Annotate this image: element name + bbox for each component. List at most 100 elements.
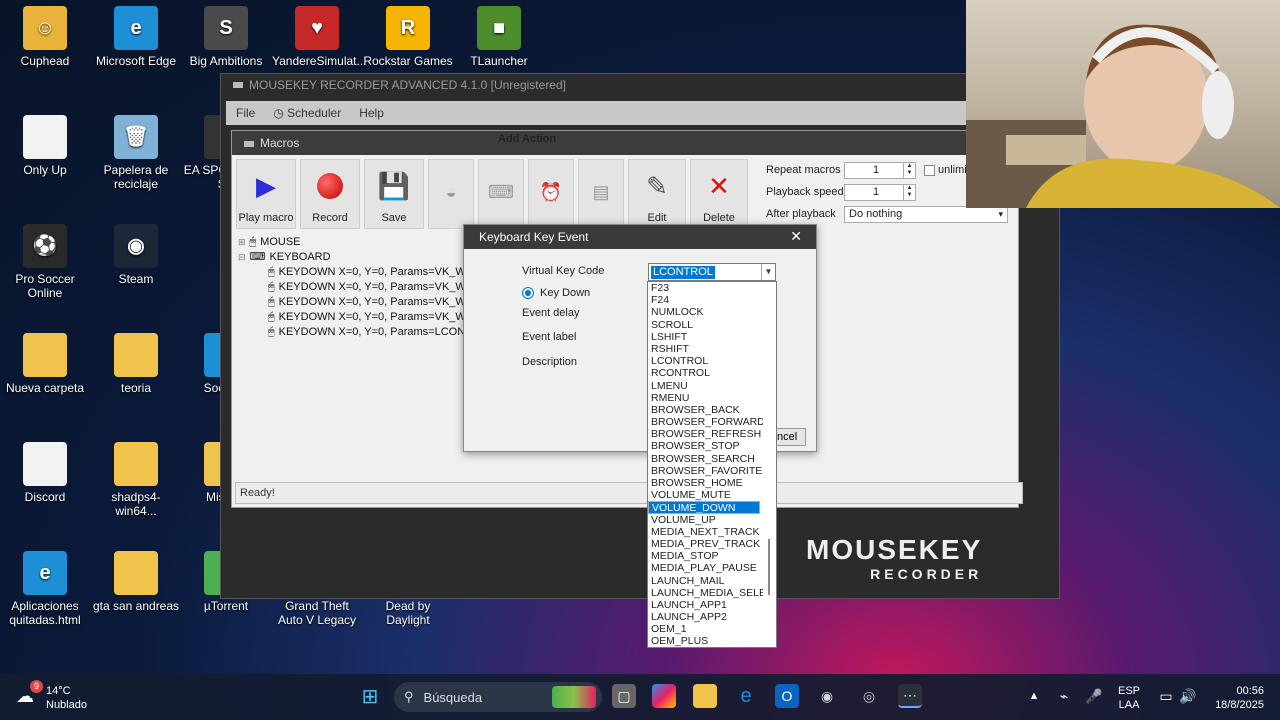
steam-icon[interactable]: ◉ (815, 684, 839, 708)
tree-event-row[interactable]: 🖱 KEYDOWN X=0, Y=0, Params=VK_W (238, 310, 472, 325)
dropdown-option[interactable]: BROWSER_FAVORITES (648, 465, 763, 477)
desktop-icon[interactable]: ⚽ Pro Soccer Online (0, 224, 90, 300)
dropdown-option[interactable]: MEDIA_PLAY_PAUSE (648, 562, 763, 574)
desktop-icon[interactable]: Nueva carpeta (0, 333, 90, 395)
spinner-arrows-icon[interactable]: ▲ ▼ (903, 162, 915, 178)
chevron-down-icon[interactable]: ▼ (761, 264, 775, 280)
desktop-icon[interactable]: Only Up (0, 115, 90, 177)
add-mouse-action-button[interactable]: ◒ (428, 159, 474, 229)
tree-event-row[interactable]: 🖱 KEYDOWN X=0, Y=0, Params=VK_W (238, 265, 472, 280)
desktop-icon[interactable]: teoria (91, 333, 181, 395)
desktop-icon[interactable]: S Big Ambitions (181, 6, 271, 68)
input-language[interactable]: ESP LAA (1118, 684, 1140, 712)
dropdown-option[interactable]: F24 (648, 294, 763, 306)
app-menu-icon[interactable] (233, 82, 243, 88)
dropdown-option[interactable]: VOLUME_MUTE (648, 489, 763, 501)
edit-button[interactable]: ✎ Edit (628, 159, 686, 229)
dropdown-option[interactable]: LAUNCH_APP1 (648, 599, 763, 611)
cancel-button[interactable]: ncel (776, 428, 806, 446)
dropdown-option[interactable]: RSHIFT (648, 343, 763, 355)
tree-node-mouse[interactable]: ⊞ 🖱 MOUSE (238, 235, 472, 250)
tree-event-row[interactable]: 🖱 KEYDOWN X=0, Y=0, Params=VK_W (238, 280, 472, 295)
weather-widget[interactable]: ☁ 9 (16, 680, 43, 708)
dropdown-option[interactable]: VOLUME_DOWN (648, 501, 760, 514)
tree-event-row[interactable]: 🖱 KEYDOWN X=0, Y=0, Params=LCONT (238, 325, 472, 340)
dropdown-option[interactable]: LAUNCH_APP2 (648, 611, 763, 623)
desktop-icon[interactable]: e Aplicaciones quitadas.html (0, 551, 90, 627)
edge-icon[interactable]: e (734, 684, 758, 708)
dropdown-option[interactable]: OEM_PLUS (648, 635, 763, 647)
volume-icon[interactable]: 🔊 (1176, 684, 1200, 708)
dropdown-option[interactable]: MEDIA_STOP (648, 550, 763, 562)
after-playback-select[interactable]: Do nothing ▾ (844, 205, 1008, 223)
start-windows-icon[interactable]: ⊞ (358, 684, 382, 708)
dropdown-option[interactable]: F23 (648, 282, 763, 294)
dialog-titlebar[interactable]: Keyboard Key Event ✕ (464, 225, 816, 249)
display-icon[interactable]: ▭ (1154, 684, 1178, 708)
dropdown-option[interactable]: BROWSER_STOP (648, 440, 763, 452)
main-titlebar[interactable]: MOUSEKEY RECORDER ADVANCED 4.1.0 [Unregi… (221, 74, 1059, 96)
desktop-icon[interactable]: ■ TLauncher (454, 6, 544, 68)
dropdown-option[interactable]: BROWSER_REFRESH (648, 428, 763, 440)
add-window-action-button[interactable]: ▤ (578, 159, 624, 229)
dropdown-option[interactable]: VOLUME_UP (648, 514, 763, 526)
menu-scheduler[interactable]: ◷ Scheduler (273, 106, 341, 120)
unlimited-checkbox[interactable] (924, 164, 935, 176)
desktop-icon[interactable]: gta san andreas (91, 551, 181, 613)
mousekey-taskbar-icon[interactable]: ⋯ (898, 684, 922, 708)
add-timer-action-button[interactable]: ⏰ (528, 159, 574, 229)
dropdown-option[interactable]: BROWSER_FORWARD (648, 416, 763, 428)
macros-menu-icon[interactable] (244, 141, 254, 147)
desktop-icon[interactable]: R Rockstar Games (363, 6, 453, 68)
dropdown-option[interactable]: MEDIA_PREV_TRACK (648, 538, 763, 550)
dropdown-option[interactable]: OEM_1 (648, 623, 763, 635)
file-explorer-icon[interactable] (693, 684, 717, 708)
dropdown-option[interactable]: LAUNCH_MAIL (648, 575, 763, 587)
playback-speed-spinner[interactable]: 1 ▲ ▼ (844, 183, 916, 201)
radio-selected-icon[interactable] (522, 287, 534, 299)
clock[interactable]: 00:56 18/8/2025 (1206, 684, 1264, 712)
dropdown-option[interactable]: NUMLOCK (648, 306, 763, 318)
close-icon[interactable]: ✕ (790, 228, 802, 245)
dropdown-option[interactable]: RMENU (648, 392, 763, 404)
desktop-icon[interactable]: ♥ YandereSimulat... (272, 6, 367, 68)
dropdown-scrollbar[interactable] (768, 539, 770, 595)
menu-help[interactable]: Help (359, 106, 384, 120)
desktop-icon[interactable]: Discord (0, 442, 90, 504)
save-button[interactable]: 💾 Save (364, 159, 424, 229)
desktop-icon[interactable]: e Microsoft Edge (91, 6, 181, 68)
task-view-icon[interactable]: ▢ (612, 684, 636, 708)
record-button[interactable]: Record (300, 159, 360, 229)
dropdown-option[interactable]: BROWSER_HOME (648, 477, 763, 489)
dropdown-option[interactable]: LSHIFT (648, 331, 763, 343)
tree-node-keyboard[interactable]: ⊟ ⌨ KEYBOARD (238, 250, 472, 265)
delete-button[interactable]: ✕ Delete (690, 159, 748, 229)
vk-code-combobox[interactable]: LCONTROL ▼ (648, 263, 776, 281)
taskbar-search[interactable]: ⚲ Búsqueda (394, 682, 602, 712)
network-icon[interactable]: ⌁ (1052, 684, 1076, 708)
copilot-icon[interactable] (652, 684, 676, 708)
key-down-radio[interactable]: Key Down (522, 287, 590, 299)
desktop-icon[interactable]: shadps4-win64... (91, 442, 181, 518)
dropdown-option[interactable]: LCONTROL (648, 355, 763, 367)
outlook-icon[interactable]: O (775, 684, 799, 708)
weather-text[interactable]: 14°C Nublado (46, 684, 87, 712)
add-keyboard-action-button[interactable]: ⌨ (478, 159, 524, 229)
dropdown-option[interactable]: BROWSER_SEARCH (648, 453, 763, 465)
dropdown-option[interactable]: RCONTROL (648, 367, 763, 379)
dropdown-option[interactable]: MEDIA_NEXT_TRACK (648, 526, 763, 538)
spinner-arrows-icon[interactable]: ▲ ▼ (903, 184, 915, 200)
microphone-icon[interactable]: 🎤 (1082, 684, 1106, 708)
desktop-icon[interactable]: ☺ Cuphead (0, 6, 90, 68)
play-macro-button[interactable]: ▶ Play macro (236, 159, 296, 229)
dropdown-option[interactable]: LMENU (648, 380, 763, 392)
dropdown-option[interactable]: LAUNCH_MEDIA_SELE (648, 587, 763, 599)
tree-event-row[interactable]: 🖱 KEYDOWN X=0, Y=0, Params=VK_W (238, 295, 472, 310)
dropdown-option[interactable]: BROWSER_BACK (648, 404, 763, 416)
chevron-up-icon[interactable]: ▲ (1022, 684, 1046, 708)
repeat-macros-spinner[interactable]: 1 ▲ ▼ (844, 161, 916, 179)
vk-code-dropdown-list[interactable]: F23 F24 NUMLOCK SCROLL LSHIFT RSHIFT LCONTROL R… (647, 281, 777, 648)
obs-icon[interactable]: ◎ (857, 684, 881, 708)
menu-file[interactable]: File (236, 106, 255, 120)
desktop-icon[interactable]: 🗑 Papelera de reciclaje (91, 115, 181, 191)
